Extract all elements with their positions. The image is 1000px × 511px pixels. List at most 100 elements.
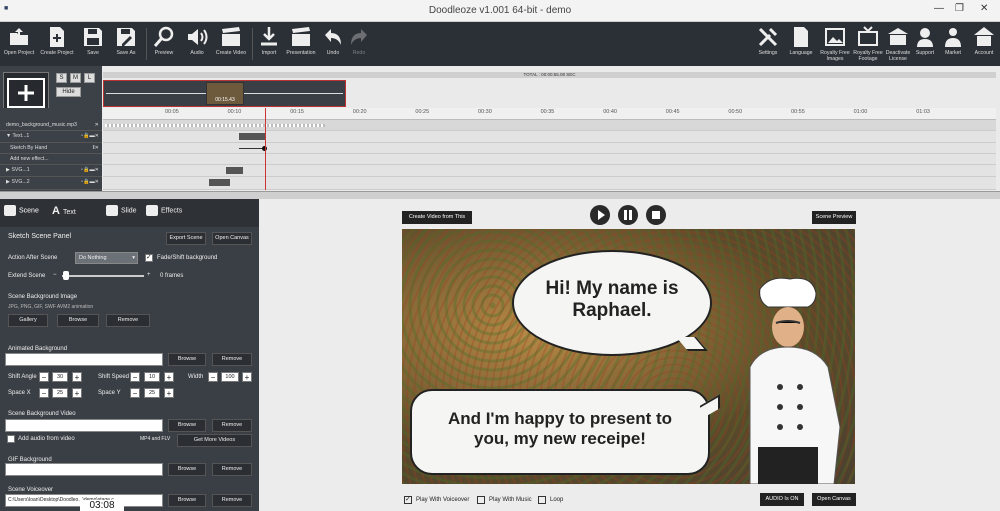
save-button[interactable]: Save [80,22,106,66]
fade-shift-checkbox[interactable]: ✓ [145,254,153,262]
tab-scene[interactable]: Scene [4,205,39,216]
account-button[interactable]: Account [970,22,998,66]
save-as-button[interactable]: Save As [112,22,140,66]
width-plus[interactable]: + [242,372,252,382]
action-after-scene-select[interactable]: Do Nothing ▾ [75,252,138,264]
width-minus[interactable]: − [208,372,218,382]
space-y-minus[interactable]: − [130,388,140,398]
language-button[interactable]: Language [786,22,816,66]
redo-button[interactable]: Redo [346,22,372,66]
animated-bg-input[interactable] [5,353,163,366]
preview-button[interactable]: Preview [150,22,178,66]
pause-button[interactable] [618,205,638,225]
tab-text[interactable]: A Text [52,205,76,217]
speech-bubble-2[interactable]: And I'm happy to present to you, my new … [410,389,710,475]
panel-splitter[interactable] [0,191,1000,199]
play-with-voiceover-checkbox[interactable]: ✓ [404,496,412,504]
size-large-button[interactable]: L [84,73,95,83]
create-video-scene-button[interactable]: Create Video from This Scene [402,211,472,233]
tab-slide[interactable]: Slide [106,205,137,216]
export-scene-button[interactable]: Export Scene [166,232,206,245]
track-row[interactable] [103,165,996,177]
open-project-button[interactable]: Open Project [2,22,36,66]
bg-video-input[interactable] [5,419,163,432]
open-canvas-preview-button[interactable]: Open Canvas [812,493,856,506]
royalty-free-images-button[interactable]: Royalty Free Images [818,22,852,66]
settings-button[interactable]: Settings [754,22,782,66]
audio-button[interactable]: Audio [184,22,210,66]
track-svg-1[interactable]: ▶ SVG...1 ▫🔒▬✕ [0,165,102,177]
track-controls-icon[interactable]: ▫🔒▬✕ [81,165,99,175]
scene-thumbnail[interactable]: 00:15.43 [206,82,244,105]
import-button[interactable]: Import [256,22,282,66]
track-controls-icon[interactable]: ▫🔒▬✕ [81,177,99,187]
close-icon[interactable]: ✕ [95,120,99,130]
create-video-button[interactable]: Create Video [214,22,248,66]
expand-arrow-icon[interactable]: ▶ [6,167,10,173]
scene-preview-button[interactable]: Scene Preview [812,211,856,224]
track-block[interactable] [226,167,243,174]
track-row[interactable] [103,177,996,190]
track-controls-icon[interactable]: ▫🔒▬✕ [81,131,99,141]
space-x-minus[interactable]: − [39,388,49,398]
shift-angle-minus[interactable]: − [39,372,49,382]
extend-slider-handle[interactable] [63,271,69,280]
presentation-button[interactable]: Presentation [284,22,318,66]
support-button[interactable]: Support [912,22,938,66]
shift-angle-plus[interactable]: + [72,372,82,382]
add-audio-checkbox[interactable] [7,435,15,443]
extend-plus-button[interactable]: + [147,272,151,278]
width-input[interactable]: 100 [221,372,239,382]
shift-speed-minus[interactable]: − [130,372,140,382]
gallery-button[interactable]: Gallery [8,314,48,327]
remove-voiceover-button[interactable]: Remove [212,494,252,507]
chef-character[interactable] [740,277,855,484]
browse-voiceover-button[interactable]: Browse [168,494,206,507]
track-block[interactable] [239,133,265,140]
deactivate-license-button[interactable]: Deactivate License [884,22,912,66]
hide-button[interactable]: Hide [56,87,81,97]
create-project-button[interactable]: Create Project [38,22,76,66]
royalty-free-footage-button[interactable]: Royalty Free Footage [852,22,884,66]
audio-toggle-button[interactable]: AUDIO Is ON [760,493,804,506]
market-button[interactable]: Market [940,22,966,66]
play-button[interactable] [590,205,610,225]
extend-slider-track[interactable] [62,275,144,277]
minimize-icon[interactable]: — [934,3,944,14]
browse-animated-button[interactable]: Browse [168,353,206,366]
extend-minus-button[interactable]: − [53,272,57,278]
close-icon[interactable]: ✕ [980,3,988,14]
remove-animated-button[interactable]: Remove [212,353,252,366]
browse-gif-button[interactable]: Browse [168,463,206,476]
track-svg-2[interactable]: ▶ SVG...2 ▫🔒▬✕ [0,177,102,190]
loop-checkbox[interactable] [538,496,546,504]
shift-speed-input[interactable]: 10 [144,372,160,382]
space-x-plus[interactable]: + [72,388,82,398]
shift-speed-plus[interactable]: + [164,372,174,382]
effect-controls-icon[interactable]: ‖✕ [93,143,100,153]
effect-sketch-by-hand[interactable]: Sketch By Hand ‖✕ [0,143,102,154]
expand-arrow-icon[interactable]: ▶ [6,179,10,185]
get-more-videos-button[interactable]: Get More Videos [177,434,252,447]
playhead[interactable] [265,108,266,190]
browse-image-button[interactable]: Browse [57,314,99,327]
space-x-input[interactable]: 25 [52,388,68,398]
gif-bg-input[interactable] [5,463,163,476]
track-block[interactable] [209,179,230,186]
space-y-plus[interactable]: + [164,388,174,398]
remove-gif-button[interactable]: Remove [212,463,252,476]
tab-effects[interactable]: Effects [146,205,182,216]
shift-angle-input[interactable]: 30 [52,372,68,382]
restore-icon[interactable]: ❐ [955,3,964,14]
remove-image-button[interactable]: Remove [106,314,150,327]
expand-arrow-icon[interactable]: ▼ [6,133,11,139]
add-new-effect[interactable]: Add new effect... [0,154,102,165]
audio-waveform-track[interactable] [103,120,996,131]
play-with-music-checkbox[interactable] [477,496,485,504]
browse-video-button[interactable]: Browse [168,419,206,432]
stop-button[interactable] [646,205,666,225]
size-medium-button[interactable]: M [70,73,81,83]
track-text-1[interactable]: ▼ Text...1 ▫🔒▬✕ [0,131,102,143]
remove-video-button[interactable]: Remove [212,419,252,432]
open-canvas-button[interactable]: Open Canvas [212,232,252,245]
